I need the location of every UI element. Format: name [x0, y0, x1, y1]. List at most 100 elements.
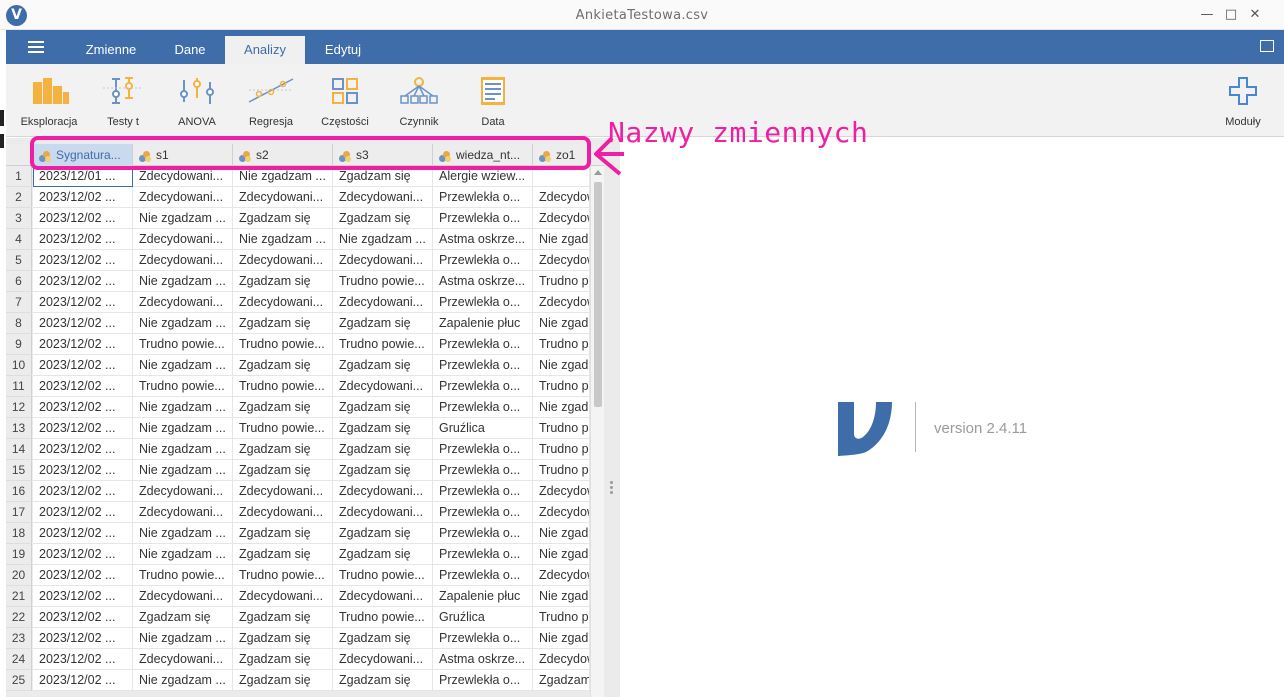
- table-cell[interactable]: Zdecydowani...: [333, 376, 433, 397]
- table-cell[interactable]: 2023/12/02 ...: [33, 271, 133, 292]
- table-cell[interactable]: Zgadzam się: [233, 523, 333, 544]
- table-cell[interactable]: Przewlekła o...: [433, 628, 533, 649]
- anova-button[interactable]: ANOVA: [162, 70, 232, 132]
- table-cell[interactable]: Zdecydowani...: [333, 250, 433, 271]
- table-cell[interactable]: 2023/12/02 ...: [33, 313, 133, 334]
- table-cell[interactable]: 2023/12/02 ...: [33, 649, 133, 670]
- row-number[interactable]: 25: [6, 670, 32, 691]
- table-cell[interactable]: Trudno powie...: [333, 334, 433, 355]
- table-cell[interactable]: Trudno powie...: [333, 565, 433, 586]
- table-cell[interactable]: Zgadzam się: [233, 460, 333, 481]
- table-cell[interactable]: Przewlekła o...: [433, 439, 533, 460]
- row-number[interactable]: 16: [6, 481, 32, 502]
- table-cell[interactable]: Zdecydowani...: [233, 187, 333, 208]
- table-cell[interactable]: Przewlekła o...: [433, 460, 533, 481]
- regression-button[interactable]: Regresja: [236, 70, 306, 132]
- table-cell[interactable]: Przewlekła o...: [433, 670, 533, 691]
- table-cell[interactable]: Trudno p: [533, 607, 590, 628]
- table-cell[interactable]: Zdecydow: [533, 292, 590, 313]
- table-cell[interactable]: Trudno p: [533, 376, 590, 397]
- table-cell[interactable]: Nie zgadzam ...: [133, 397, 233, 418]
- table-cell[interactable]: Trudno powie...: [233, 376, 333, 397]
- table-cell[interactable]: Zdecydow: [533, 187, 590, 208]
- table-cell[interactable]: Zdecydowani...: [333, 187, 433, 208]
- row-number[interactable]: 12: [6, 397, 32, 418]
- table-cell[interactable]: Trudno p: [533, 334, 590, 355]
- row-number[interactable]: 21: [6, 586, 32, 607]
- table-cell[interactable]: Zgadzam się: [333, 523, 433, 544]
- table-cell[interactable]: Zgadzam się: [333, 439, 433, 460]
- table-cell[interactable]: Przewlekła o...: [433, 292, 533, 313]
- table-cell[interactable]: Nie zgad: [533, 313, 590, 334]
- row-number[interactable]: 10: [6, 355, 32, 376]
- table-cell[interactable]: Zdecydowani...: [333, 649, 433, 670]
- row-number[interactable]: 9: [6, 334, 32, 355]
- table-cell[interactable]: Nie zgadzam ...: [333, 229, 433, 250]
- table-cell[interactable]: Zdecydowani...: [133, 502, 233, 523]
- row-number[interactable]: 2: [6, 187, 32, 208]
- table-cell[interactable]: Zdecydow: [533, 208, 590, 229]
- factor-button[interactable]: Czynnik: [384, 70, 454, 132]
- table-cell[interactable]: Nie zgad: [533, 355, 590, 376]
- row-number[interactable]: 23: [6, 628, 32, 649]
- row-number[interactable]: 17: [6, 502, 32, 523]
- table-cell[interactable]: Trudno powie...: [133, 376, 233, 397]
- table-cell[interactable]: Nie zgad: [533, 628, 590, 649]
- table-cell[interactable]: Nie zgad: [533, 229, 590, 250]
- table-cell[interactable]: Zdecydow: [533, 649, 590, 670]
- table-cell[interactable]: 2023/12/02 ...: [33, 439, 133, 460]
- table-cell[interactable]: Przewlekła o...: [433, 187, 533, 208]
- row-number[interactable]: 8: [6, 313, 32, 334]
- table-cell[interactable]: Nie zgadzam ...: [133, 355, 233, 376]
- table-cell[interactable]: Nie zgadzam ...: [133, 544, 233, 565]
- table-cell[interactable]: Nie zgad: [533, 397, 590, 418]
- tab-edytuj[interactable]: Edytuj: [306, 36, 380, 64]
- table-cell[interactable]: 2023/12/02 ...: [33, 229, 133, 250]
- table-cell[interactable]: Zgadzam się: [233, 544, 333, 565]
- table-cell[interactable]: Nie zgadzam ...: [133, 208, 233, 229]
- table-cell[interactable]: Zgadzam się: [333, 397, 433, 418]
- row-number[interactable]: 7: [6, 292, 32, 313]
- table-cell[interactable]: Zgadzam się: [233, 355, 333, 376]
- tab-zmienne[interactable]: Zmienne: [70, 36, 152, 64]
- table-cell[interactable]: Astma oskrze...: [433, 229, 533, 250]
- table-cell[interactable]: Zapalenie płuc: [433, 586, 533, 607]
- table-cell[interactable]: Zdecydowani...: [133, 586, 233, 607]
- table-cell[interactable]: 2023/12/02 ...: [33, 502, 133, 523]
- table-cell[interactable]: Zgadzam: [533, 670, 590, 691]
- table-cell[interactable]: Przewlekła o...: [433, 250, 533, 271]
- table-cell[interactable]: Zdecydowani...: [233, 250, 333, 271]
- table-cell[interactable]: Zgadzam się: [233, 271, 333, 292]
- table-cell[interactable]: Zdecydow: [533, 502, 590, 523]
- results-mode-icon[interactable]: [1260, 40, 1274, 52]
- table-cell[interactable]: 2023/12/02 ...: [33, 628, 133, 649]
- table-cell[interactable]: Przewlekła o...: [433, 565, 533, 586]
- table-cell[interactable]: Trudno p: [533, 439, 590, 460]
- row-number[interactable]: 24: [6, 649, 32, 670]
- table-cell[interactable]: 2023/12/02 ...: [33, 481, 133, 502]
- table-cell[interactable]: Zgadzam się: [233, 397, 333, 418]
- table-cell[interactable]: Zdecydowani...: [233, 502, 333, 523]
- table-cell[interactable]: Nie zgad: [533, 523, 590, 544]
- table-cell[interactable]: Zdecydowani...: [333, 292, 433, 313]
- table-cell[interactable]: Przewlekła o...: [433, 502, 533, 523]
- row-number[interactable]: 22: [6, 607, 32, 628]
- table-cell[interactable]: Astma oskrze...: [433, 271, 533, 292]
- table-cell[interactable]: Zdecydow: [533, 565, 590, 586]
- table-cell[interactable]: Nie zgadzam ...: [133, 313, 233, 334]
- menu-icon[interactable]: [28, 46, 44, 48]
- table-cell[interactable]: Zgadzam się: [233, 649, 333, 670]
- table-cell[interactable]: Trudno p: [533, 460, 590, 481]
- table-cell[interactable]: 2023/12/02 ...: [33, 565, 133, 586]
- table-cell[interactable]: Zdecydowani...: [233, 586, 333, 607]
- row-number[interactable]: 14: [6, 439, 32, 460]
- table-cell[interactable]: Zdecydowani...: [133, 250, 233, 271]
- table-cell[interactable]: Zgadzam się: [233, 628, 333, 649]
- table-cell[interactable]: 2023/12/02 ...: [33, 418, 133, 439]
- table-cell[interactable]: Zgadzam się: [233, 208, 333, 229]
- table-cell[interactable]: Gruźlica: [433, 418, 533, 439]
- table-cell[interactable]: Zdecydow: [533, 481, 590, 502]
- minimize-button[interactable]: —: [1198, 6, 1216, 24]
- pane-splitter[interactable]: [604, 138, 620, 697]
- table-cell[interactable]: Zgadzam się: [233, 670, 333, 691]
